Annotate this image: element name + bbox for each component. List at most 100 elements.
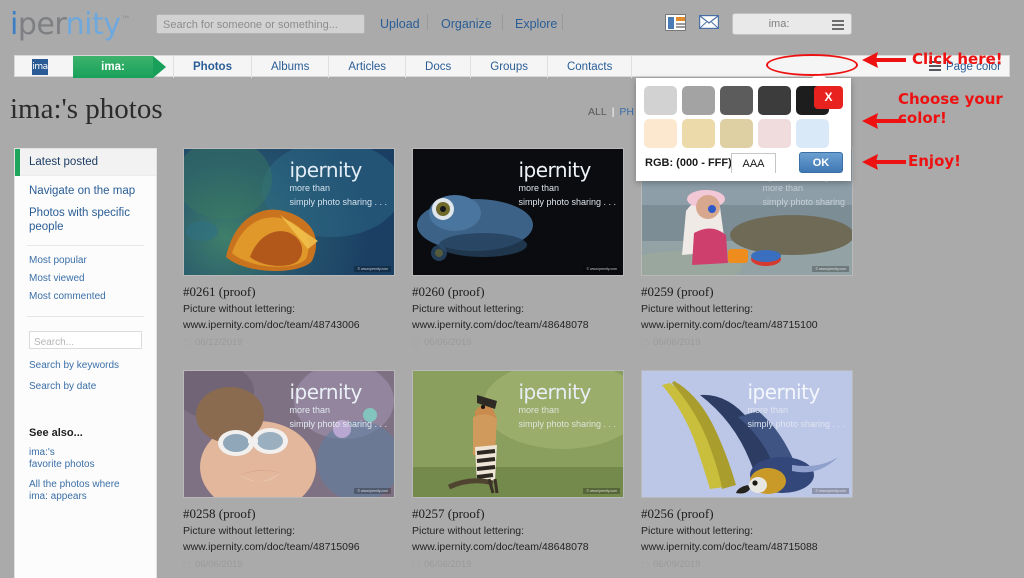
color-swatch-6[interactable] bbox=[682, 119, 715, 148]
nav-user-arrow-icon bbox=[153, 56, 166, 78]
photo-desc-line2[interactable]: www.ipernity.com/doc/team/48715100 bbox=[641, 319, 853, 332]
upload-link[interactable]: Upload bbox=[380, 17, 420, 31]
sidebar-item-label: Latest posted bbox=[29, 156, 99, 168]
photo-thumbnail[interactable]: ipernity more than simply photo sharing … bbox=[641, 370, 853, 498]
tab-albums[interactable]: Albums bbox=[252, 56, 330, 78]
clock-icon bbox=[412, 560, 420, 569]
photo-credit: © www.ipernity.com bbox=[812, 266, 849, 272]
user-menu-button[interactable]: ima: bbox=[732, 13, 852, 35]
rgb-input-wrapper[interactable] bbox=[731, 153, 776, 173]
active-indicator bbox=[15, 149, 20, 176]
photo-overlay-text: ipernity more than simply photo sharing … bbox=[747, 382, 845, 430]
organize-link[interactable]: Organize bbox=[441, 17, 492, 31]
color-swatch-2[interactable] bbox=[720, 86, 753, 115]
annotation-choose-color-line2: color! bbox=[898, 109, 947, 127]
photo-date-text: 06/06/2019 bbox=[424, 559, 472, 570]
photo-thumbnail[interactable]: ipernity more than simply photo sharing … bbox=[412, 148, 624, 276]
sidebar-item-navigate-map[interactable]: Navigate on the map bbox=[15, 176, 156, 198]
photo-date-text: 06/12/2019 bbox=[195, 337, 243, 348]
filter-all[interactable]: ALL bbox=[588, 106, 607, 118]
close-button[interactable]: X bbox=[814, 86, 843, 109]
photo-date: 06/06/2019 bbox=[183, 559, 395, 570]
mail-icon[interactable] bbox=[699, 15, 719, 29]
color-swatch-5[interactable] bbox=[644, 119, 677, 148]
photo-thumbnail[interactable]: ipernity more than simply photo sharing … bbox=[183, 370, 395, 498]
overlay-line1: more than bbox=[518, 183, 559, 193]
search-input[interactable] bbox=[157, 16, 364, 34]
photo-desc-line2[interactable]: www.ipernity.com/doc/team/48715096 bbox=[183, 541, 395, 554]
photo-title[interactable]: #0260 (proof) bbox=[412, 284, 624, 300]
annotation-arrow-icon bbox=[862, 52, 906, 68]
photo-date-text: 06/06/2019 bbox=[653, 337, 701, 348]
sidebar-item-photos-where-appears[interactable]: All the photos where ima: appears bbox=[15, 471, 156, 503]
logo-part-i: i bbox=[10, 7, 18, 42]
tab-articles[interactable]: Articles bbox=[329, 56, 407, 78]
news-icon[interactable] bbox=[665, 14, 686, 31]
photo-date: 06/12/2019 bbox=[183, 337, 395, 348]
ipernity-logo[interactable]: ipernity™ bbox=[10, 7, 131, 42]
sidebar-item-favorite-photos[interactable]: ima:'s favorite photos bbox=[15, 439, 156, 471]
color-swatch-9[interactable] bbox=[796, 119, 829, 148]
photo-date: 06/09/2019 bbox=[641, 559, 853, 570]
sidebar-item-search-keywords[interactable]: Search by keywords bbox=[15, 349, 156, 371]
color-swatch-1[interactable] bbox=[682, 86, 715, 115]
sidebar-item-photos-specific-people[interactable]: Photos with specific people bbox=[15, 198, 133, 234]
photo-card: ipernity more than simply photo sharing … bbox=[641, 370, 853, 570]
tab-photos[interactable]: Photos bbox=[173, 56, 252, 78]
photo-date-text: 06/06/2019 bbox=[424, 337, 472, 348]
photo-grid: ipernity more than simply photo sharing … bbox=[183, 148, 883, 578]
photo-title[interactable]: #0261 (proof) bbox=[183, 284, 395, 300]
clock-icon bbox=[641, 560, 649, 569]
photo-title[interactable]: #0258 (proof) bbox=[183, 506, 395, 522]
sidebar-item-most-popular[interactable]: Most popular bbox=[15, 248, 156, 266]
sidebar-search-input[interactable] bbox=[30, 334, 141, 351]
tab-docs[interactable]: Docs bbox=[406, 56, 472, 78]
sidebar-search-box[interactable] bbox=[29, 331, 142, 351]
overlay-brand: ipernity bbox=[289, 158, 362, 182]
nav-tabs: Photos Albums Articles Docs Groups Conta… bbox=[173, 56, 633, 78]
header-divider bbox=[562, 14, 563, 30]
photo-card: ipernity more than simply photo sharing … bbox=[183, 370, 395, 570]
photo-card: ipernity more than simply photo sharing … bbox=[412, 148, 624, 348]
sidebar-item-most-commented[interactable]: Most commented bbox=[15, 284, 156, 302]
photo-desc-line2[interactable]: www.ipernity.com/doc/team/48715088 bbox=[641, 541, 853, 554]
color-swatch-7[interactable] bbox=[720, 119, 753, 148]
photo-desc-line2[interactable]: www.ipernity.com/doc/team/48648078 bbox=[412, 319, 624, 332]
trademark-symbol: ™ bbox=[120, 15, 131, 26]
explore-link[interactable]: Explore bbox=[515, 17, 557, 31]
sidebar-item-most-viewed[interactable]: Most viewed bbox=[15, 266, 156, 284]
overlay-line2: simply photo sharing . . . bbox=[747, 419, 845, 429]
nav-user-tab[interactable]: ima: bbox=[73, 56, 153, 78]
tab-groups[interactable]: Groups bbox=[471, 56, 548, 78]
photo-date: 06/06/2019 bbox=[641, 337, 853, 348]
color-swatch-8[interactable] bbox=[758, 119, 791, 148]
rgb-input[interactable] bbox=[732, 155, 775, 173]
avatar[interactable]: ima bbox=[32, 59, 48, 75]
global-search-box[interactable] bbox=[156, 14, 365, 34]
color-swatch-0[interactable] bbox=[644, 86, 677, 115]
photo-desc-line2[interactable]: www.ipernity.com/doc/team/48648078 bbox=[412, 541, 624, 554]
clock-icon bbox=[183, 338, 191, 347]
photo-thumbnail[interactable]: ipernity more than simply photo sharing … bbox=[183, 148, 395, 276]
tab-contacts[interactable]: Contacts bbox=[548, 56, 633, 78]
color-swatch-3[interactable] bbox=[758, 86, 791, 115]
sidebar-item-latest-posted[interactable]: Latest posted bbox=[15, 149, 156, 176]
photo-desc-line1: Picture without lettering: bbox=[641, 525, 754, 537]
photo-overlay-text: ipernity more than simply photo sharing … bbox=[289, 160, 387, 208]
overlay-brand: ipernity bbox=[747, 380, 820, 404]
photo-title[interactable]: #0259 (proof) bbox=[641, 284, 853, 300]
photo-desc-line2[interactable]: www.ipernity.com/doc/team/48743006 bbox=[183, 319, 395, 332]
page-root: ipernity™ Upload Organize Explore ima: bbox=[0, 0, 1024, 578]
hamburger-icon[interactable] bbox=[832, 20, 844, 32]
appears-line1: All the photos where bbox=[29, 479, 120, 490]
photo-title[interactable]: #0257 (proof) bbox=[412, 506, 624, 522]
photo-title[interactable]: #0256 (proof) bbox=[641, 506, 853, 522]
filter-photos[interactable]: PH bbox=[619, 106, 634, 118]
photo-thumbnail[interactable]: ipernity more than simply photo sharing … bbox=[412, 370, 624, 498]
photo-credit: © www.ipernity.com bbox=[583, 266, 620, 272]
ok-button[interactable]: OK bbox=[799, 152, 843, 173]
clock-icon bbox=[183, 560, 191, 569]
overlay-line1: more than bbox=[289, 405, 330, 415]
sidebar-item-search-date[interactable]: Search by date bbox=[15, 371, 156, 392]
photo-date-text: 06/06/2019 bbox=[195, 559, 243, 570]
